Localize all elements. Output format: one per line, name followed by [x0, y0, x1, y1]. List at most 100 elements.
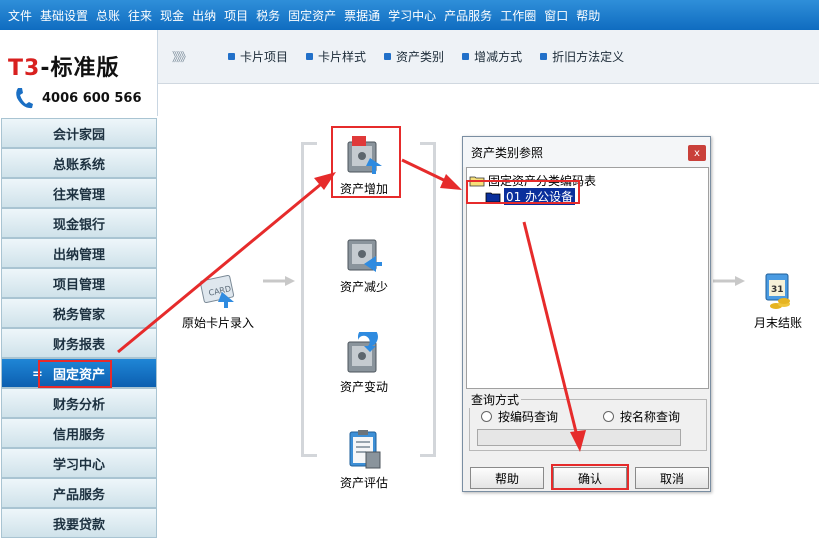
nav-label: 会计家园 — [52, 127, 105, 143]
card-entry-label: 原始卡片录入 — [182, 316, 255, 330]
dialog-title: 资产类别参照 — [471, 145, 544, 160]
toolbar-card-style[interactable]: 卡片样式 — [306, 48, 366, 65]
nav-label: 财务分析 — [52, 397, 105, 413]
radio-circle — [603, 411, 614, 422]
menu-help[interactable]: 帮助 — [572, 7, 604, 24]
month-end-label: 月末结账 — [754, 316, 803, 330]
nav-label: 项目管理 — [52, 277, 105, 293]
asset-eval-label: 资产评估 — [340, 476, 389, 490]
nav-label: 我要贷款 — [52, 517, 105, 533]
nav-label: 出纳管理 — [52, 247, 105, 263]
menu-bills[interactable]: 票据通 — [340, 7, 384, 24]
clipboard-icon — [349, 430, 381, 469]
square-bullet-icon — [306, 53, 314, 60]
nav-product-service[interactable]: 产品服务 — [1, 478, 157, 508]
dialog-titlebar: 资产类别参照 — [463, 137, 710, 167]
nav-label: 往来管理 — [52, 187, 105, 203]
nav-credit-service[interactable]: 信用服务 — [1, 418, 157, 448]
menu-window[interactable]: 窗口 — [540, 7, 572, 24]
month-end-item[interactable]: 31 月末结账 — [754, 268, 802, 331]
collapse-chevrons-icon[interactable]: 》》》 — [172, 48, 192, 65]
asset-change-item[interactable]: 资产变动 — [340, 332, 388, 395]
nav-general-ledger[interactable]: 总账系统 — [1, 148, 157, 178]
nav-label: 学习中心 — [52, 457, 105, 473]
toolbar-label: 折旧方法定义 — [552, 50, 625, 64]
radio-label: 按编码查询 — [498, 410, 559, 424]
menu-bar: 文件 基础设置 总账 往来 现金 出纳 项目 税务 固定资产 票据通 学习中心 … — [0, 0, 819, 30]
brand-logo-panel: T3-标准版 4006 600 566 — [0, 30, 158, 116]
menu-cashier[interactable]: 出纳 — [188, 7, 220, 24]
nav-financial-analysis[interactable]: 财务分析 — [1, 388, 157, 418]
asset-reduce-label: 资产减少 — [340, 280, 389, 294]
nav-tax[interactable]: 税务管家 — [1, 298, 157, 328]
highlight-confirm-button — [551, 464, 629, 490]
phone-row: 4006 600 566 — [14, 86, 142, 110]
dialog-close-button[interactable]: x — [688, 145, 706, 161]
menu-file[interactable]: 文件 — [4, 7, 36, 24]
nav-label: 信用服务 — [52, 427, 105, 443]
brand-prefix: T3 — [8, 56, 41, 81]
highlight-office-equipment — [466, 180, 580, 204]
square-bullet-icon — [384, 53, 392, 60]
nav-project[interactable]: 项目管理 — [1, 268, 157, 298]
asset-eval-item[interactable]: 资产评估 — [340, 428, 388, 491]
toolbar-change-method[interactable]: 增减方式 — [462, 48, 522, 65]
brand-logo: T3-标准版 — [8, 50, 119, 82]
menu-cash[interactable]: 现金 — [156, 7, 188, 24]
menu-work-circle[interactable]: 工作圈 — [496, 7, 540, 24]
menu-basic-settings[interactable]: 基础设置 — [36, 7, 92, 24]
menu-receivables[interactable]: 往来 — [124, 7, 156, 24]
flow-arrow-icon — [263, 276, 295, 286]
nav-cashier[interactable]: 出纳管理 — [1, 238, 157, 268]
highlight-fixed-assets-nav — [38, 360, 112, 388]
nav-learning-center[interactable]: 学习中心 — [1, 448, 157, 478]
safe-reduce-icon — [347, 239, 382, 272]
square-bullet-icon — [462, 53, 470, 60]
brand-suffix: -标准版 — [40, 56, 120, 81]
toolbar-depreciation-method[interactable]: 折旧方法定义 — [540, 48, 624, 65]
square-bullet-icon — [540, 53, 548, 60]
toolbar-label: 卡片项目 — [240, 50, 289, 64]
radio-query-by-name[interactable]: 按名称查询 — [603, 408, 680, 425]
nav-cash-bank[interactable]: 现金银行 — [1, 208, 157, 238]
toolbar-card-items[interactable]: 卡片项目 — [228, 48, 288, 65]
nav-label: 现金银行 — [52, 217, 105, 233]
nav-label: 财务报表 — [52, 337, 105, 353]
menu-tax[interactable]: 税务 — [252, 7, 284, 24]
flow-bracket-right — [420, 142, 436, 457]
asset-reduce-item[interactable]: 资产减少 — [340, 232, 388, 295]
nav-accounting-home[interactable]: 会计家园 — [1, 118, 157, 148]
toolbar-asset-category[interactable]: 资产类别 — [384, 48, 444, 65]
calendar-icon: 31 — [765, 273, 790, 309]
toolbar-label: 资产类别 — [396, 50, 445, 64]
menu-product-service[interactable]: 产品服务 — [440, 7, 496, 24]
menu-project[interactable]: 项目 — [220, 7, 252, 24]
menu-general-ledger[interactable]: 总账 — [92, 7, 124, 24]
nav-label: 税务管家 — [52, 307, 105, 323]
radio-query-by-code[interactable]: 按编码查询 — [481, 408, 558, 425]
help-button[interactable]: 帮助 — [470, 467, 544, 489]
nav-loan[interactable]: 我要贷款 — [1, 508, 157, 538]
left-nav: 会计家园 总账系统 往来管理 现金银行 出纳管理 项目管理 税务管家 财务报表 … — [0, 118, 158, 540]
flow-bracket-left — [301, 142, 317, 457]
nav-receivables[interactable]: 往来管理 — [1, 178, 157, 208]
card-icon: CARD — [199, 274, 235, 308]
flow-arrow-icon — [713, 276, 745, 286]
svg-text:31: 31 — [771, 285, 784, 295]
module-toolbar: 》》》 卡片项目 卡片样式 资产类别 增减方式 折旧方法定义 — [158, 30, 819, 84]
nav-label: 产品服务 — [52, 487, 105, 503]
safe-change-icon — [347, 332, 378, 373]
query-input[interactable] — [477, 429, 681, 446]
nav-financial-reports[interactable]: 财务报表 — [1, 328, 157, 358]
radio-circle — [481, 411, 492, 422]
asset-change-label: 资产变动 — [340, 380, 389, 394]
nav-label: 总账系统 — [52, 157, 105, 173]
menu-learning-center[interactable]: 学习中心 — [384, 7, 440, 24]
square-bullet-icon — [228, 53, 236, 60]
cancel-button[interactable]: 取消 — [635, 467, 709, 489]
card-entry-item[interactable]: CARD 原始卡片录入 — [182, 268, 254, 331]
toolbar-label: 增减方式 — [474, 50, 523, 64]
menu-fixed-assets[interactable]: 固定资产 — [284, 7, 340, 24]
highlight-asset-add — [331, 126, 401, 198]
radio-label: 按名称查询 — [620, 410, 681, 424]
